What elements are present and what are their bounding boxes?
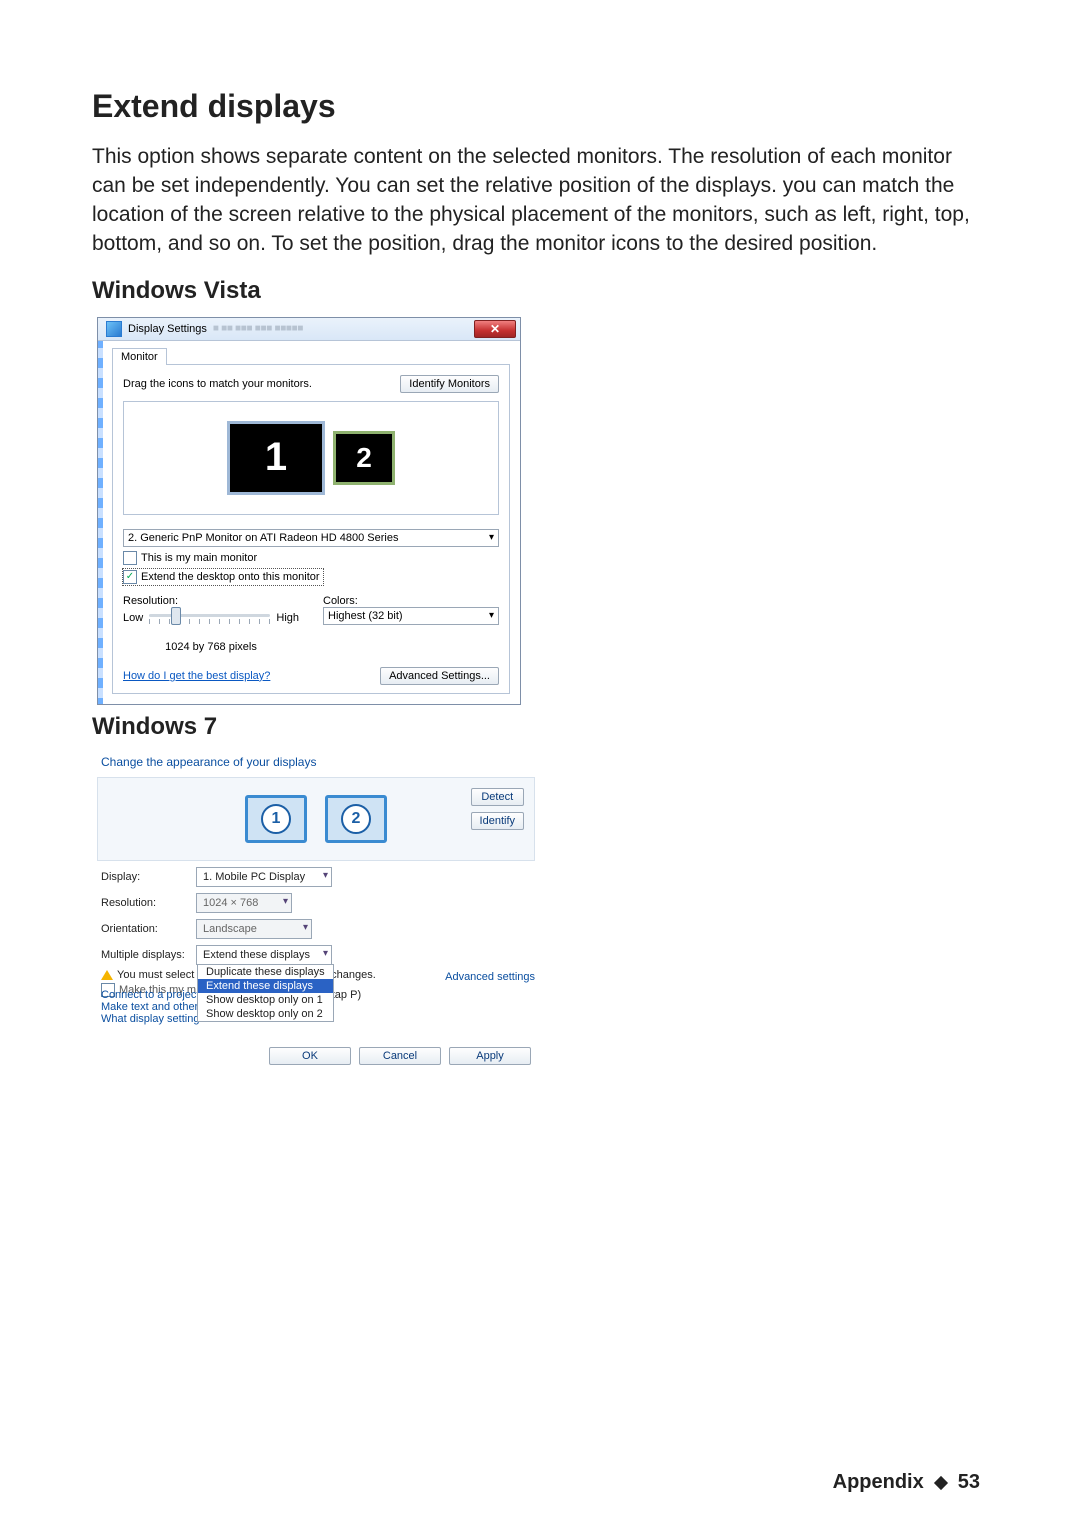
- resolution-value: 1024 by 768 pixels: [123, 641, 299, 653]
- cancel-button[interactable]: Cancel: [359, 1047, 441, 1065]
- connect-projector-link[interactable]: Connect to a projector: [101, 989, 209, 1001]
- vista-title-blur: ■ ■■ ■■■ ■■■ ■■■■■: [213, 323, 303, 334]
- monitor-2-number: 2: [341, 804, 371, 834]
- page-footer: Appendix 53: [0, 1471, 1080, 1494]
- monitor-select[interactable]: 2. Generic PnP Monitor on ATI Radeon HD …: [123, 529, 499, 547]
- chevron-down-icon: ▾: [303, 922, 308, 933]
- identify-button[interactable]: Identify: [471, 812, 524, 830]
- chevron-down-icon: ▾: [323, 948, 328, 959]
- label-main-monitor: This is my main monitor: [141, 552, 257, 564]
- detect-button[interactable]: Detect: [471, 788, 524, 806]
- orientation-select-value: Landscape: [203, 923, 257, 935]
- footer-section: Appendix: [833, 1471, 924, 1494]
- vista-title-text: Display Settings: [128, 323, 207, 335]
- monitor-2-icon[interactable]: 2: [333, 431, 395, 485]
- label-colors: Colors:: [323, 595, 499, 607]
- vista-titlebar[interactable]: Display Settings ■ ■■ ■■■ ■■■ ■■■■■ ✕: [98, 318, 520, 341]
- monitor-1-number: 1: [261, 804, 291, 834]
- label-resolution: Resolution:: [101, 897, 186, 909]
- resolution-select[interactable]: 1024 × 768 ▾: [196, 893, 292, 913]
- warning-icon: [101, 970, 113, 980]
- label-multiple-displays: Multiple displays:: [101, 949, 186, 961]
- label-display: Display:: [101, 871, 186, 883]
- best-display-help-link[interactable]: How do I get the best display?: [123, 670, 270, 682]
- tab-monitor[interactable]: Monitor: [112, 348, 167, 365]
- vista-display-settings-dialog: Display Settings ■ ■■ ■■■ ■■■ ■■■■■ ✕ Mo…: [97, 317, 521, 705]
- checkbox-extend-desktop[interactable]: ✓: [123, 570, 137, 584]
- w7-display-settings-panel: Change the appearance of your displays 1…: [97, 753, 535, 1065]
- resolution-slider[interactable]: [149, 611, 270, 625]
- label-low: Low: [123, 612, 143, 624]
- chevron-down-icon: ▾: [489, 532, 494, 543]
- heading-windows-7: Windows 7: [92, 713, 988, 741]
- monitor-select-value: 2. Generic PnP Monitor on ATI Radeon HD …: [128, 532, 398, 544]
- w7-heading: Change the appearance of your displays: [97, 753, 535, 777]
- advanced-settings-button[interactable]: Advanced Settings...: [380, 667, 499, 685]
- label-orientation: Orientation:: [101, 923, 186, 935]
- resolution-select-value: 1024 × 768: [203, 897, 258, 909]
- display-select-value: 1. Mobile PC Display: [203, 871, 305, 883]
- monitor-1-icon[interactable]: 1: [227, 421, 325, 495]
- multiple-displays-value: Extend these displays: [203, 949, 310, 961]
- multiple-displays-select[interactable]: Extend these displays ▾ Duplicate these …: [196, 945, 332, 965]
- diamond-icon: [934, 1475, 948, 1489]
- apply-button[interactable]: Apply: [449, 1047, 531, 1065]
- identify-monitors-button[interactable]: Identify Monitors: [400, 375, 499, 393]
- label-resolution: Resolution:: [123, 595, 299, 607]
- w7-monitor-arranger[interactable]: 1 2 Detect Identify: [97, 777, 535, 861]
- chevron-down-icon: ▾: [323, 870, 328, 881]
- advanced-settings-link[interactable]: Advanced settings: [445, 971, 535, 983]
- colors-value: Highest (32 bit): [328, 610, 403, 622]
- label-extend-desktop: Extend the desktop onto this monitor: [141, 571, 320, 583]
- dropdown-option[interactable]: Duplicate these displays: [198, 965, 333, 979]
- slider-thumb[interactable]: [171, 607, 181, 625]
- close-icon[interactable]: ✕: [474, 320, 516, 338]
- vista-app-icon: [106, 321, 122, 337]
- footer-page-number: 53: [958, 1471, 980, 1494]
- chevron-down-icon: ▾: [489, 610, 494, 621]
- monitor-2-icon[interactable]: 2: [325, 795, 387, 843]
- dropdown-option[interactable]: Show desktop only on 2: [198, 1007, 333, 1021]
- heading-extend-displays: Extend displays: [92, 88, 988, 125]
- checkbox-main-monitor[interactable]: [123, 551, 137, 565]
- warn-text-prefix: You must select: [117, 969, 194, 981]
- vista-monitor-arranger[interactable]: 1 2: [123, 401, 499, 515]
- dropdown-option[interactable]: Extend these displays: [198, 979, 333, 993]
- dropdown-option[interactable]: Show desktop only on 1: [198, 993, 333, 1007]
- multiple-displays-dropdown[interactable]: Duplicate these displays Extend these di…: [197, 964, 334, 1022]
- ok-button[interactable]: OK: [269, 1047, 351, 1065]
- chevron-down-icon: ▾: [283, 896, 288, 907]
- label-high: High: [276, 612, 299, 624]
- colors-select[interactable]: Highest (32 bit) ▾: [323, 607, 499, 625]
- intro-paragraph: This option shows separate content on th…: [92, 143, 988, 259]
- orientation-select[interactable]: Landscape ▾: [196, 919, 312, 939]
- monitor-1-icon[interactable]: 1: [245, 795, 307, 843]
- heading-windows-vista: Windows Vista: [92, 277, 988, 305]
- display-select[interactable]: 1. Mobile PC Display ▾: [196, 867, 332, 887]
- vista-drag-hint: Drag the icons to match your monitors.: [123, 378, 312, 390]
